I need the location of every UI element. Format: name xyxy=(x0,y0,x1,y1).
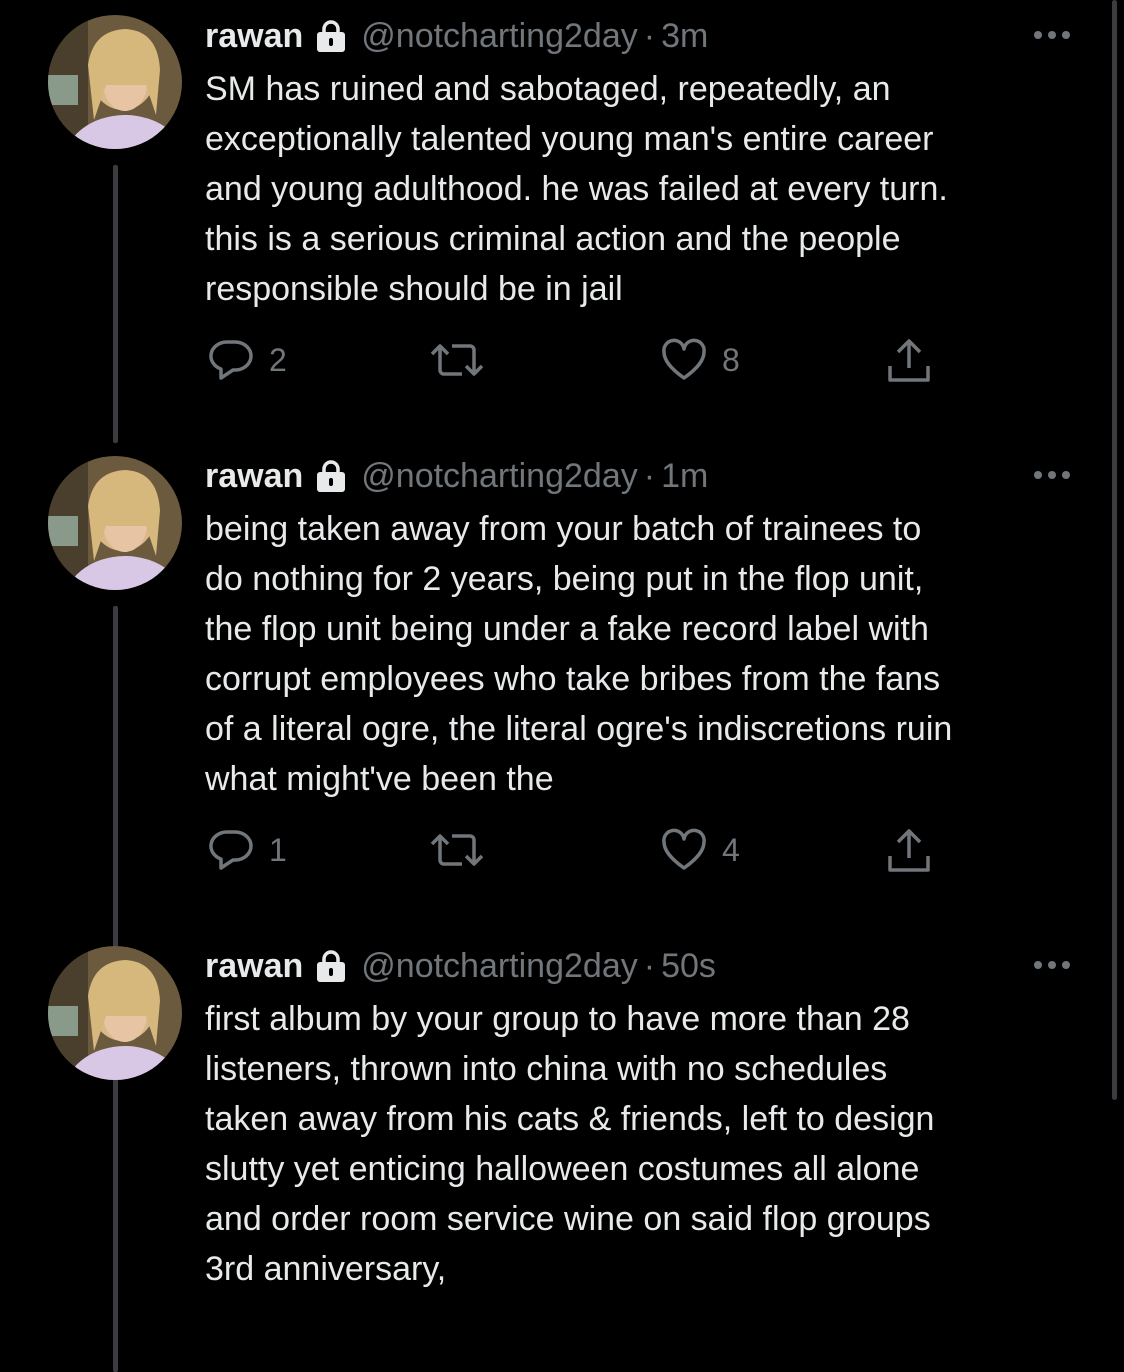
like-count: 4 xyxy=(722,831,740,868)
more-icon[interactable] xyxy=(1030,952,1074,978)
share-icon xyxy=(884,826,934,876)
timestamp[interactable]: 1m xyxy=(661,457,708,496)
retweet-icon xyxy=(428,828,486,872)
share-icon xyxy=(884,336,934,386)
tweet-header: rawan @notcharting2day · 1m xyxy=(205,454,708,498)
separator: · xyxy=(643,456,656,495)
like-button[interactable]: 8 xyxy=(660,336,740,384)
reply-button[interactable]: 1 xyxy=(207,826,287,874)
lock-icon xyxy=(315,459,347,493)
display-name[interactable]: rawan xyxy=(205,947,303,986)
display-name[interactable]: rawan xyxy=(205,457,303,496)
separator: · xyxy=(643,946,656,985)
retweet-button[interactable] xyxy=(428,828,486,872)
tweet-text: SM has ruined and sabotaged, repeatedly,… xyxy=(205,70,948,308)
like-count: 8 xyxy=(722,341,740,378)
thread-line xyxy=(113,1096,118,1302)
avatar[interactable] xyxy=(48,15,182,149)
separator: · xyxy=(643,16,656,55)
more-icon[interactable] xyxy=(1030,462,1074,488)
more-icon[interactable] xyxy=(1030,22,1074,48)
user-handle[interactable]: @notcharting2day xyxy=(361,457,637,496)
user-handle[interactable]: @notcharting2day xyxy=(361,947,637,986)
share-button[interactable] xyxy=(884,826,934,876)
scrollbar[interactable] xyxy=(1112,0,1117,1100)
retweet-button[interactable] xyxy=(428,338,486,382)
tweet-text: being taken away from your batch of trai… xyxy=(205,510,953,798)
retweet-icon xyxy=(428,338,486,382)
heart-icon xyxy=(660,336,708,384)
user-handle[interactable]: @notcharting2day xyxy=(361,17,637,56)
lock-icon xyxy=(315,949,347,983)
timestamp[interactable]: 3m xyxy=(661,17,708,56)
lock-icon xyxy=(315,19,347,53)
tweet-header: rawan @notcharting2day · 50s xyxy=(205,944,716,988)
display-name[interactable]: rawan xyxy=(205,17,303,56)
like-button[interactable]: 4 xyxy=(660,826,740,874)
avatar[interactable] xyxy=(48,456,182,590)
reply-button[interactable]: 2 xyxy=(207,336,287,384)
reply-count: 1 xyxy=(269,831,287,868)
avatar[interactable] xyxy=(48,946,182,1080)
reply-count: 2 xyxy=(269,341,287,378)
reply-icon xyxy=(207,826,255,874)
reply-icon xyxy=(207,336,255,384)
tweet-text: first album by your group to have more t… xyxy=(205,1000,935,1288)
tweet-header: rawan @notcharting2day · 3m xyxy=(205,14,708,58)
thread-line xyxy=(113,165,118,443)
heart-icon xyxy=(660,826,708,874)
timestamp[interactable]: 50s xyxy=(661,947,716,986)
share-button[interactable] xyxy=(884,336,934,386)
